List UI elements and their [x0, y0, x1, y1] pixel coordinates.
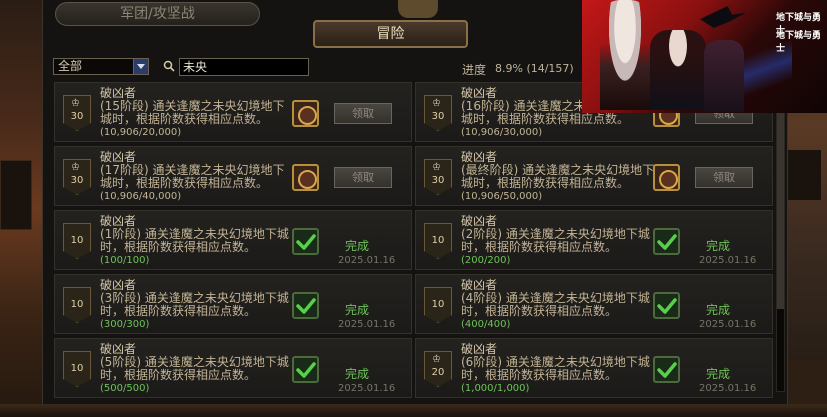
points-value: 10 — [431, 299, 445, 310]
completed-status: 完成 — [345, 367, 370, 381]
trophy-icon: ♔ — [432, 162, 441, 173]
checkmark-icon — [292, 228, 319, 255]
completed-date: 2025.01.16 — [338, 383, 396, 394]
completed-status: 完成 — [345, 239, 370, 253]
achievement-description: (5阶段) 通关逢魔之未央幻境地下城时，根据阶数获得相应点数。 — [100, 355, 289, 382]
dragon-silhouette — [700, 6, 746, 28]
advertisement-banner[interactable]: 地下城与勇士 地下城与勇士 — [582, 0, 827, 113]
completed-status: 完成 — [706, 367, 731, 381]
trophy-icon: ♔ — [432, 98, 441, 109]
scrollbar-thumb[interactable] — [777, 79, 784, 309]
category-filter-select[interactable]: 全部 — [53, 58, 149, 75]
progress-label: 进度 — [462, 63, 487, 77]
tab-adventure[interactable]: 冒险 — [313, 20, 468, 48]
checkmark-icon — [292, 356, 319, 383]
background-object — [0, 160, 32, 230]
points-value: 20 — [431, 367, 445, 378]
background-scenery-left — [0, 0, 42, 417]
achievement-card: 10 破凶者 (5阶段) 通关逢魔之未央幻境地下城时，根据阶数获得相应点数。 (500… — [54, 338, 412, 398]
category-filter-value: 全部 — [58, 59, 83, 73]
points-badge: 10 — [63, 223, 91, 259]
achievement-card: 10 破凶者 (1阶段) 通关逢魔之未央幻境地下城时，根据阶数获得相应点数。 (100… — [54, 210, 412, 270]
achievement-progress: (10,906/30,000) — [461, 127, 543, 138]
achievement-progress: (200/200) — [461, 255, 511, 266]
scroll-ornament-icon — [398, 0, 438, 18]
trophy-icon: ♔ — [71, 162, 80, 173]
achievement-card: 10 破凶者 (4阶段) 通关逢魔之未央幻境地下城时，根据阶数获得相应点数。 (400… — [415, 274, 773, 334]
achievement-description: (最终阶段) 通关逢魔之未央幻境地下城时，根据阶数获得相应点数。 — [461, 163, 655, 190]
character-art — [650, 30, 706, 110]
reward-emblem-icon[interactable] — [292, 164, 319, 191]
points-badge: ♔ 30 — [63, 159, 91, 195]
character-art — [600, 0, 650, 110]
character-art — [704, 40, 744, 112]
achievement-description: (2阶段) 通关逢魔之未央幻境地下城时，根据阶数获得相应点数。 — [461, 227, 650, 254]
checkmark-icon — [653, 228, 680, 255]
achievement-description: (15阶段) 通关逢魔之未央幻境地下城时，根据阶数获得相应点数。 — [100, 99, 285, 126]
achievement-progress: (500/500) — [100, 383, 150, 394]
points-value: 10 — [70, 299, 84, 310]
completed-date: 2025.01.16 — [338, 255, 396, 266]
game-logo: 地下城与勇士 — [776, 31, 822, 54]
background-object — [787, 150, 821, 200]
points-badge: 10 — [63, 351, 91, 387]
points-badge: ♔ 30 — [424, 159, 452, 195]
achievement-progress: (400/400) — [461, 319, 511, 330]
points-badge: 10 — [424, 223, 452, 259]
completed-status: 完成 — [706, 303, 731, 317]
claim-button[interactable]: 领取 — [334, 103, 392, 124]
points-badge: ♔ 30 — [63, 95, 91, 131]
search-input[interactable]: 未央 — [179, 58, 309, 76]
claim-button[interactable]: 领取 — [695, 167, 753, 188]
achievement-description: (6阶段) 通关逢魔之未央幻境地下城时，根据阶数获得相应点数。 — [461, 355, 650, 382]
achievement-card: ♔ 30 破凶者 (最终阶段) 通关逢魔之未央幻境地下城时，根据阶数获得相应点数。 (1… — [415, 146, 773, 206]
trophy-icon: ♔ — [432, 354, 441, 365]
achievement-card: ♔ 30 破凶者 (17阶段) 通关逢魔之未央幻境地下城时，根据阶数获得相应点数。 (1… — [54, 146, 412, 206]
search-icon — [163, 60, 175, 72]
claim-button[interactable]: 领取 — [334, 167, 392, 188]
trophy-icon: ♔ — [71, 98, 80, 109]
achievement-progress: (10,906/40,000) — [100, 191, 182, 202]
reward-emblem-icon[interactable] — [653, 164, 680, 191]
achievement-card: ♔ 30 破凶者 (15阶段) 通关逢魔之未央幻境地下城时，根据阶数获得相应点数。 (1… — [54, 82, 412, 142]
completed-date: 2025.01.16 — [699, 255, 757, 266]
achievement-progress: (10,906/20,000) — [100, 127, 182, 138]
points-value: 10 — [70, 235, 84, 246]
chevron-down-icon[interactable] — [133, 59, 148, 74]
checkmark-icon — [653, 356, 680, 383]
points-value: 10 — [70, 363, 84, 374]
reward-emblem-icon[interactable] — [292, 100, 319, 127]
checkmark-icon — [653, 292, 680, 319]
points-badge: 10 — [63, 287, 91, 323]
achievement-card: ♔ 20 破凶者 (6阶段) 通关逢魔之未央幻境地下城时，根据阶数获得相应点数。 (1,… — [415, 338, 773, 398]
achievement-progress: (100/100) — [100, 255, 150, 266]
achievement-description: (4阶段) 通关逢魔之未央幻境地下城时，根据阶数获得相应点数。 — [461, 291, 650, 318]
bottom-border — [0, 404, 827, 417]
achievement-progress: (1,000/1,000) — [461, 383, 530, 394]
achievement-card: 10 破凶者 (2阶段) 通关逢魔之未央幻境地下城时，根据阶数获得相应点数。 (200… — [415, 210, 773, 270]
checkmark-icon — [292, 292, 319, 319]
scrollbar[interactable] — [776, 78, 785, 392]
points-value: 10 — [431, 235, 445, 246]
points-value: 30 — [431, 175, 445, 186]
points-badge: ♔ 20 — [424, 351, 452, 387]
points-badge: 10 — [424, 287, 452, 323]
achievement-progress: (10,906/50,000) — [461, 191, 543, 202]
completed-date: 2025.01.16 — [699, 319, 757, 330]
points-value: 30 — [70, 175, 84, 186]
achievement-description: (3阶段) 通关逢魔之未央幻境地下城时，根据阶数获得相应点数。 — [100, 291, 289, 318]
completed-status: 完成 — [706, 239, 731, 253]
achievement-description: (1阶段) 通关逢魔之未央幻境地下城时，根据阶数获得相应点数。 — [100, 227, 289, 254]
completed-date: 2025.01.16 — [699, 383, 757, 394]
points-value: 30 — [431, 111, 445, 122]
points-value: 30 — [70, 111, 84, 122]
points-badge: ♔ 30 — [424, 95, 452, 131]
achievement-card: 10 破凶者 (3阶段) 通关逢魔之未央幻境地下城时，根据阶数获得相应点数。 (300… — [54, 274, 412, 334]
completed-date: 2025.01.16 — [338, 319, 396, 330]
achievement-description: (17阶段) 通关逢魔之未央幻境地下城时，根据阶数获得相应点数。 — [100, 163, 285, 190]
achievement-progress: (300/300) — [100, 319, 150, 330]
tab-legion-siege[interactable]: 军团/攻坚战 — [55, 2, 260, 26]
progress-value: 8.9% (14/157) — [495, 62, 574, 75]
completed-status: 完成 — [345, 303, 370, 317]
